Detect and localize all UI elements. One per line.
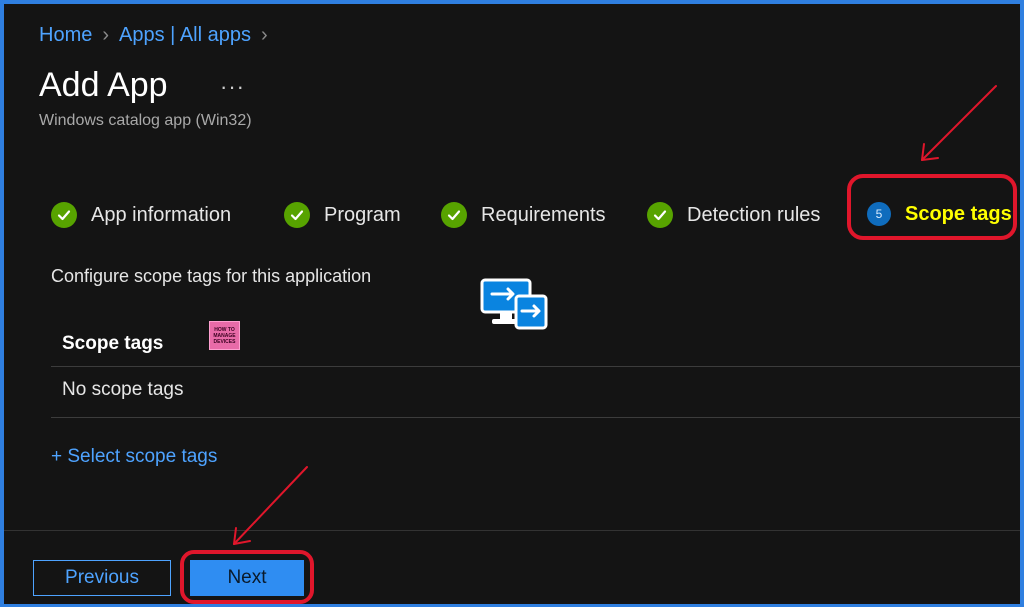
- step-label: Requirements: [481, 203, 606, 226]
- previous-button[interactable]: Previous: [33, 560, 171, 596]
- page-title: Add App: [39, 66, 168, 104]
- annotation-highlight-box: [180, 550, 314, 604]
- checkmark-circle-icon: [647, 202, 673, 228]
- annotation-arrow-icon: [233, 466, 308, 545]
- step-program[interactable]: Program: [284, 202, 401, 228]
- step-label: App information: [91, 203, 232, 226]
- annotation-highlight-box: [847, 174, 1017, 240]
- checkmark-circle-icon: [284, 202, 310, 228]
- checkmark-circle-icon: [51, 202, 77, 228]
- remote-desktop-icon: [480, 278, 548, 330]
- scope-tags-column-header: Scope tags: [62, 333, 164, 354]
- step-app-information[interactable]: App information: [51, 202, 231, 228]
- checkmark-circle-icon: [441, 202, 467, 228]
- table-divider: [51, 366, 1020, 367]
- chevron-right-icon: ›: [102, 24, 110, 46]
- table-divider: [51, 417, 1020, 418]
- select-scope-tags-link[interactable]: + Select scope tags: [51, 446, 217, 468]
- footer-divider: [4, 530, 1020, 531]
- breadcrumb-apps[interactable]: Apps | All apps: [119, 24, 251, 47]
- add-app-blade: Home › Apps | All apps › Add App ··· Win…: [4, 4, 1020, 604]
- step-requirements[interactable]: Requirements: [441, 202, 606, 228]
- more-options-button[interactable]: ···: [220, 74, 245, 100]
- chevron-right-icon: ›: [260, 24, 268, 46]
- section-description: Configure scope tags for this applicatio…: [51, 266, 372, 286]
- breadcrumb: Home › Apps | All apps ›: [39, 24, 268, 47]
- step-detection-rules[interactable]: Detection rules: [647, 202, 820, 228]
- step-label: Detection rules: [687, 203, 821, 226]
- annotation-arrow-icon: [921, 85, 997, 161]
- watermark-logo: HOW TO MANAGE DEVICES: [209, 321, 240, 350]
- breadcrumb-home[interactable]: Home: [39, 24, 92, 47]
- table-row-empty: No scope tags: [62, 379, 184, 400]
- step-label: Program: [324, 203, 401, 226]
- page-subtitle: Windows catalog app (Win32): [39, 112, 252, 129]
- watermark-line: DEVICES: [213, 338, 236, 345]
